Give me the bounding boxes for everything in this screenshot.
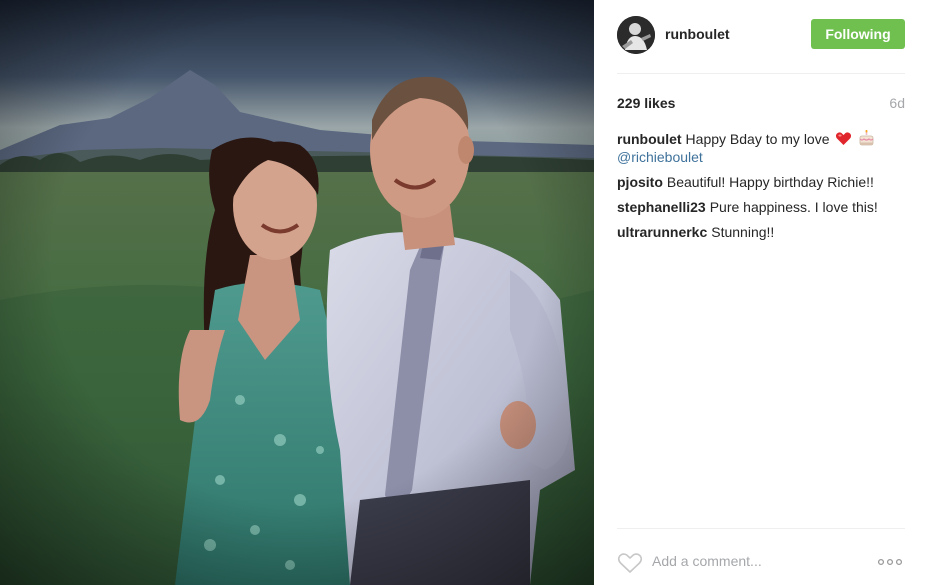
comment-text: Stunning!! <box>711 224 775 240</box>
following-button[interactable]: Following <box>811 19 905 49</box>
list-item: pjosito Beautiful! Happy birthday Richie!… <box>617 173 907 191</box>
birthday-cake-emoji <box>859 130 874 146</box>
comment-author[interactable]: stephanelli23 <box>617 199 706 215</box>
avatar[interactable] <box>617 16 655 54</box>
username-link[interactable]: runboulet <box>665 26 730 42</box>
avatar-icon <box>617 16 655 54</box>
post-age[interactable]: 6d <box>889 95 905 111</box>
caption: runboulet Happy Bday to my love @richiebo… <box>617 130 907 166</box>
heart-outline-icon[interactable] <box>617 552 643 574</box>
divider <box>617 528 905 529</box>
post-panel: runboulet Following 229 likes 6d runboul… <box>594 0 925 585</box>
caption-text: Happy Bday to my love <box>685 131 830 147</box>
heart-emoji <box>836 132 852 145</box>
list-item: stephanelli23 Pure happiness. I love this… <box>617 198 907 216</box>
list-item: ultrarunnerkc Stunning!! <box>617 223 907 241</box>
mention-link[interactable]: @richieboulet <box>617 148 907 166</box>
comment-input[interactable] <box>652 552 852 570</box>
comment-text: Pure happiness. I love this! <box>709 199 878 215</box>
photo-couple-in-field <box>0 0 594 585</box>
more-options-icon[interactable] <box>877 556 903 568</box>
comment-author[interactable]: pjosito <box>617 174 663 190</box>
divider <box>617 73 905 74</box>
comment-author[interactable]: ultrarunnerkc <box>617 224 707 240</box>
comment-list: runboulet Happy Bday to my love @richiebo… <box>617 130 907 248</box>
likes-count[interactable]: 229 likes <box>617 95 675 111</box>
post-header: runboulet Following <box>617 15 905 55</box>
caption-author[interactable]: runboulet <box>617 131 682 147</box>
comment-text: Beautiful! Happy birthday Richie!! <box>666 174 874 190</box>
post-photo[interactable] <box>0 0 594 585</box>
comment-bar <box>617 546 907 578</box>
